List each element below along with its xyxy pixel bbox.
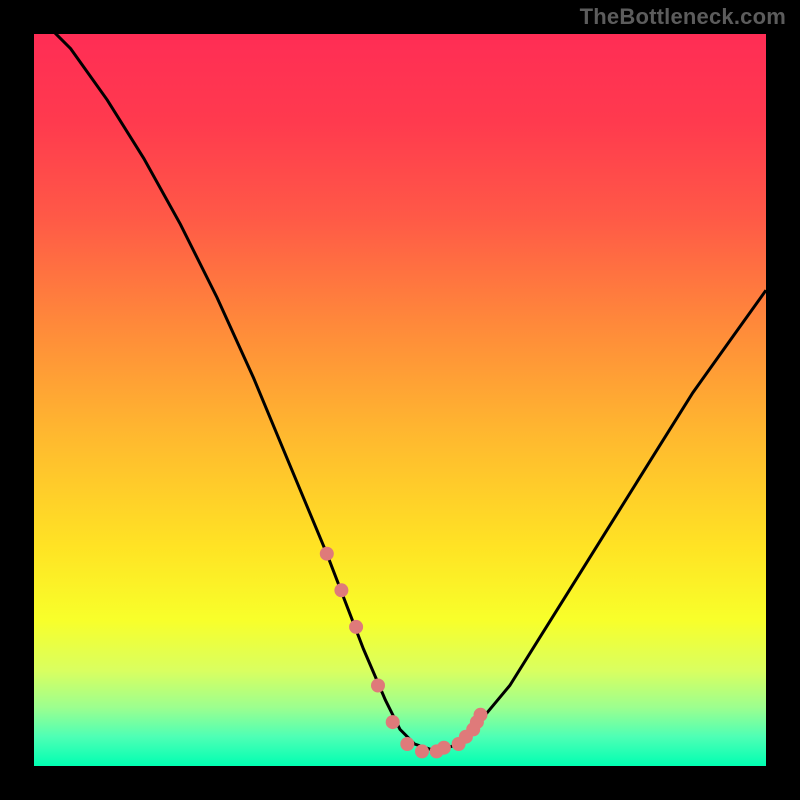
- marker-dot: [415, 744, 429, 758]
- gradient-background: [34, 34, 766, 766]
- chart-svg: [34, 34, 766, 766]
- chart-frame: TheBottleneck.com: [0, 0, 800, 800]
- marker-dot: [334, 583, 348, 597]
- plot-area: [34, 34, 766, 766]
- marker-dot: [437, 741, 451, 755]
- marker-dot: [474, 708, 488, 722]
- marker-dot: [386, 715, 400, 729]
- marker-dot: [371, 679, 385, 693]
- marker-dot: [320, 547, 334, 561]
- marker-dot: [400, 737, 414, 751]
- marker-dot: [349, 620, 363, 634]
- watermark-text: TheBottleneck.com: [580, 4, 786, 30]
